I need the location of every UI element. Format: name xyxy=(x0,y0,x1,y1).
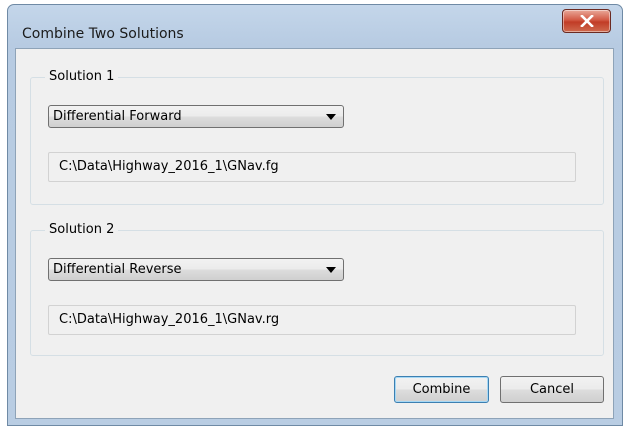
solution1-type-dropdown[interactable]: Differential Forward xyxy=(48,105,344,128)
solution2-group: Solution 2 Differential Reverse C:\Data\… xyxy=(30,222,604,356)
solution1-path-field[interactable]: C:\Data\Highway_2016_1\GNav.fg xyxy=(48,152,576,182)
solution1-type-value: Differential Forward xyxy=(53,109,182,124)
close-button[interactable] xyxy=(562,9,611,33)
cancel-button[interactable]: Cancel xyxy=(500,376,604,403)
solution1-group: Solution 1 Differential Forward C:\Data\… xyxy=(30,69,604,205)
solution2-path-field[interactable]: C:\Data\Highway_2016_1\GNav.rg xyxy=(48,305,576,335)
solution2-label: Solution 2 xyxy=(45,222,119,237)
solution2-type-dropdown[interactable]: Differential Reverse xyxy=(48,258,344,281)
dropdown-arrow-icon xyxy=(326,114,336,120)
title-bar[interactable]: Combine Two Solutions xyxy=(8,5,622,53)
close-x-icon xyxy=(580,15,594,27)
combine-button[interactable]: Combine xyxy=(394,376,489,403)
solution1-path-text: C:\Data\Highway_2016_1\GNav.fg xyxy=(59,159,279,174)
solution2-type-value: Differential Reverse xyxy=(53,262,182,277)
solution2-path-text: C:\Data\Highway_2016_1\GNav.rg xyxy=(59,312,280,327)
window-title: Combine Two Solutions xyxy=(22,26,184,42)
solution1-label: Solution 1 xyxy=(45,69,119,84)
dropdown-arrow-icon xyxy=(326,267,336,273)
dialog-window: Combine Two Solutions xyxy=(7,4,623,426)
